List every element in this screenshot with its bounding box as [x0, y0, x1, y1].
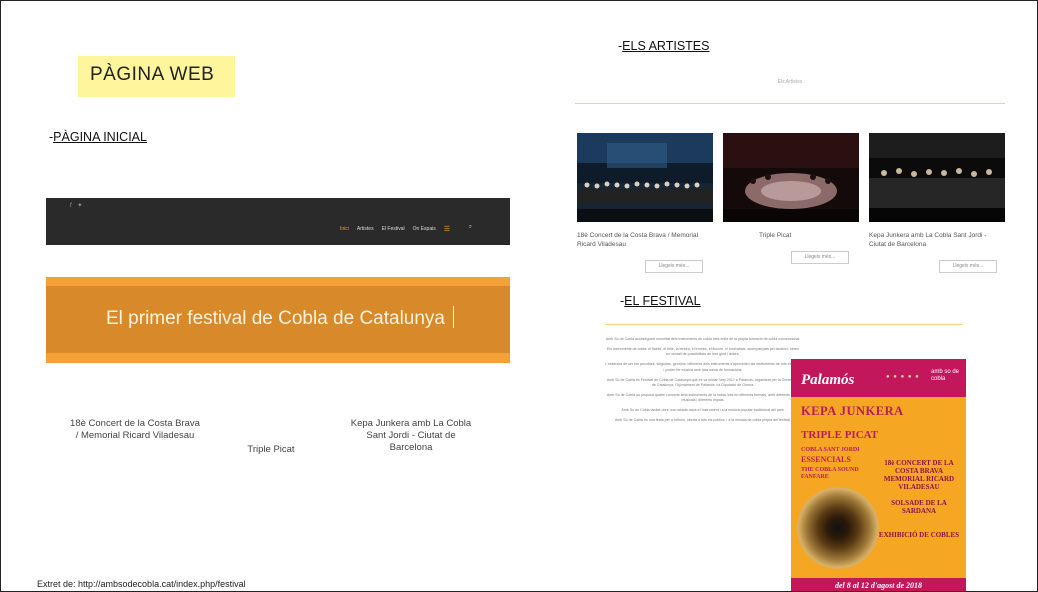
section-label-festival: -EL FESTIVAL	[620, 294, 701, 308]
poster-right-text: 18è CONCERT DE LA COSTA BRAVA MEMORIAL R…	[883, 459, 955, 491]
poster-right-text: SOLSADE DE LA SARDANA	[891, 499, 947, 515]
poster-line: COBLA SANT JORDI	[801, 447, 860, 453]
poster-dots-decoration: ● ● ● ● ●	[886, 374, 920, 380]
nav-item-festival[interactable]: El Festival	[382, 226, 405, 232]
artist-name[interactable]: Kepa Junkera amb La Cobla Sant Jordi - C…	[869, 231, 1005, 249]
festival-paragraph: L'essència de ser tan peculiars, singula…	[605, 362, 801, 372]
banner-stripe	[46, 353, 510, 363]
poster-right-text: EXHIBICIÓ DE COBLES	[878, 531, 960, 539]
read-more-button[interactable]: Llegeix més...	[939, 260, 997, 273]
divider-line	[575, 103, 1005, 104]
section-label-artists: -ELS ARTISTES	[618, 39, 709, 53]
poster-headline: KEPA JUNKERA	[801, 404, 904, 418]
home-caption-costa-brava[interactable]: 18è Concert de la Costa Brava / Memorial…	[70, 418, 200, 442]
poster-date: del 8 al 12 d'agost de 2018	[791, 578, 966, 591]
read-more-button[interactable]: Llegeix més...	[791, 251, 849, 264]
artist-photo[interactable]	[869, 133, 1005, 222]
slide: PÀGINA WEB -PÀGINA INICIAL -ELS ARTISTES…	[0, 0, 1038, 592]
poster-line: ESSENCIALS	[801, 455, 851, 464]
festival-paragraph: Els instruments de cobla: el flabiol, el…	[607, 346, 799, 357]
search-icon[interactable]: ⌕	[469, 224, 472, 231]
title-highlight-box: PÀGINA WEB	[78, 56, 235, 97]
section-label-home: -PÀGINA INICIAL	[49, 130, 147, 144]
festival-paragraph: Amb So de Cobla us proposa quatre concer…	[606, 392, 800, 403]
artist-card[interactable]: 18è Concert de la Costa Brava / Memorial…	[577, 133, 713, 249]
divider-line	[605, 324, 963, 325]
festival-paragraph: Amb So de Cobla aconsegueix sonoritat de…	[605, 337, 801, 341]
text-cursor	[453, 306, 454, 328]
hero-banner-text: El primer festival de Cobla de Catalunya	[106, 308, 446, 329]
poster-line: THE COBLA SOUND FANFARE	[801, 467, 859, 480]
festival-paragraph: Amb So de Cobla també obre una mirada no…	[621, 408, 785, 413]
artist-photo[interactable]	[723, 133, 859, 222]
artists-page-header: Els Artistes	[777, 79, 803, 85]
nav-item-artistes[interactable]: Artistes	[357, 226, 374, 232]
source-note: Extret de: http://ambsodecobla.cat/index…	[37, 579, 246, 589]
social-icons[interactable]: f ✦	[70, 202, 84, 209]
artist-card[interactable]: Kepa Junkera amb La Cobla Sant Jordi - C…	[869, 133, 1005, 249]
artist-photo[interactable]	[577, 133, 713, 222]
artist-name[interactable]: 18è Concert de la Costa Brava / Memorial…	[577, 231, 713, 249]
poster-header-band: Palamós ● ● ● ● ● amb so de cobla	[791, 359, 966, 397]
festival-text-column: Amb So de Cobla aconsegueix sonoritat de…	[605, 337, 801, 428]
banner-stripe	[46, 277, 510, 286]
artist-card[interactable]: Triple Picat	[723, 133, 859, 240]
festival-paragraph: Amb So de Cobla és Festival de Cobla de …	[606, 377, 800, 387]
artist-name[interactable]: Triple Picat	[759, 231, 859, 240]
poster-line: TRIPLE PICAT	[801, 429, 879, 441]
homepage-screenshot: f ✦ Inici Artistes El Festival On Espais…	[46, 198, 510, 468]
concert-photo-image	[723, 133, 859, 222]
nav-item-espais[interactable]: On Espais	[413, 226, 436, 232]
section-title-home: PÀGINA INICIAL	[53, 130, 147, 144]
poster-city: Palamós	[801, 372, 855, 388]
hero-banner: El primer festival de Cobla de Catalunya	[46, 277, 510, 363]
poster-brand: amb so de cobla	[931, 369, 960, 382]
home-caption-triple-picat[interactable]: Triple Picat	[236, 444, 306, 456]
concert-photo-image	[577, 133, 713, 222]
home-caption-kepa-junkera[interactable]: Kepa Junkera amb La Cobla Sant Jordi - C…	[346, 418, 476, 454]
festival-poster: Palamós ● ● ● ● ● amb so de cobla KEPA J…	[791, 359, 966, 591]
section-title-festival: EL FESTIVAL	[624, 294, 701, 308]
festival-screenshot: Amb So de Cobla aconsegueix sonoritat de…	[578, 317, 998, 591]
horn-bell-image	[797, 487, 879, 569]
festival-paragraph: Amb So de Cobla és una festa per a totho…	[614, 418, 792, 423]
slide-title: PÀGINA WEB	[90, 64, 215, 85]
artists-screenshot: Els Artistes 18è Concert de la Costa Bra…	[575, 67, 1005, 277]
site-navbar: f ✦ Inici Artistes El Festival On Espais…	[46, 198, 510, 245]
read-more-button[interactable]: Llegeix més...	[645, 260, 703, 273]
hamburger-menu-icon[interactable]: ☰	[444, 225, 450, 233]
section-title-artists: ELS ARTISTES	[622, 39, 710, 53]
nav-menu: Inici Artistes El Festival On Espais ☰	[340, 225, 470, 233]
nav-item-inici[interactable]: Inici	[340, 226, 349, 232]
concert-photo-image	[869, 133, 1005, 222]
